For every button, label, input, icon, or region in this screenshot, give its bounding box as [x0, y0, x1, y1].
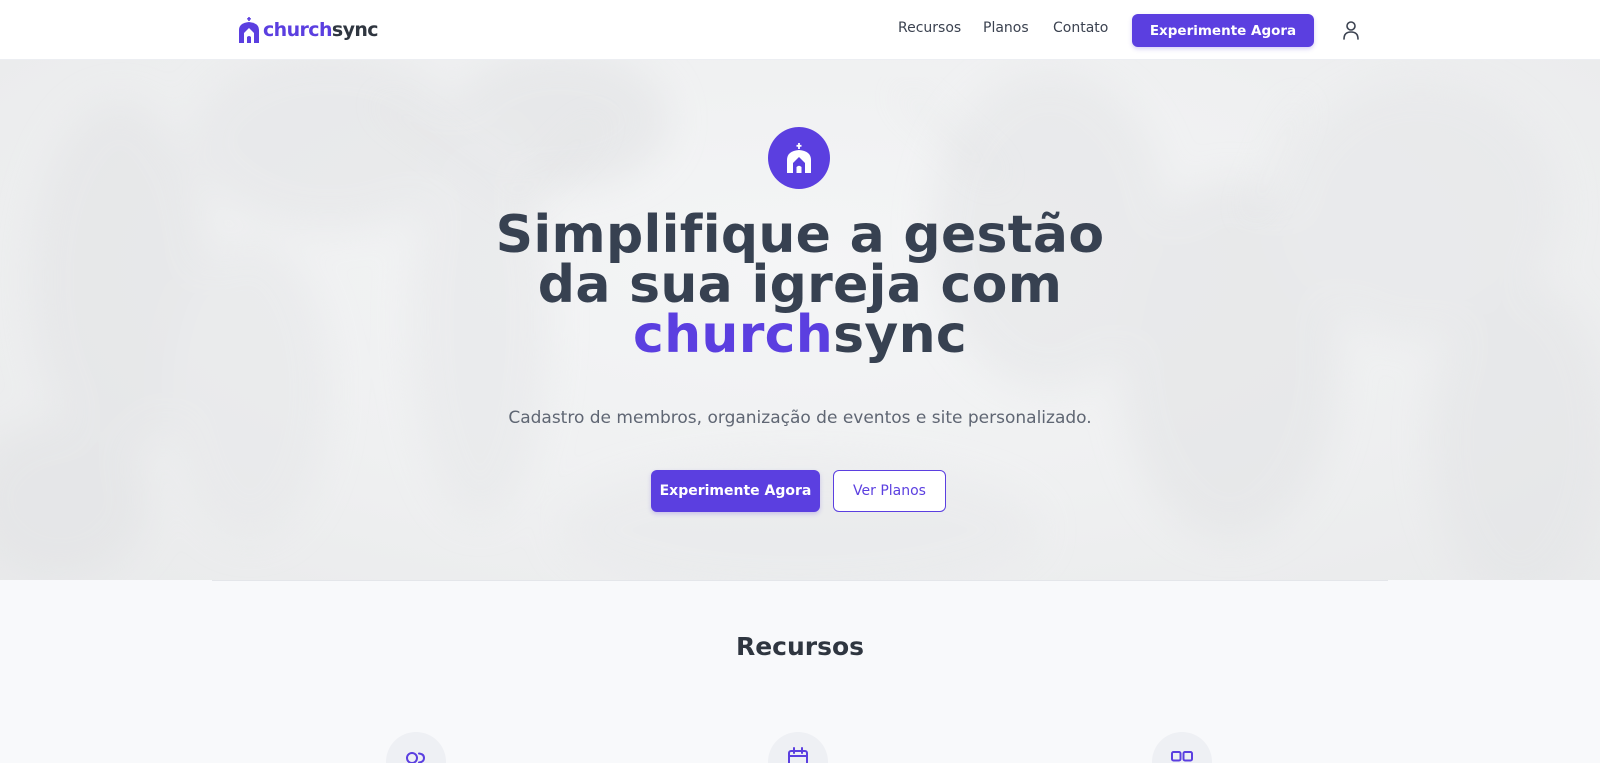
feature-icon-members	[386, 732, 446, 763]
hero-church-badge	[768, 127, 830, 189]
features-title: Recursos	[735, 632, 865, 661]
hero-title: Simplifique a gestão da sua igreja com c…	[495, 205, 1105, 365]
header-cta-button[interactable]: Experimente Agora	[1132, 14, 1314, 47]
hero-section: Simplifique a gestão da sua igreja com c…	[0, 60, 1600, 580]
view-plans-button[interactable]: Ver Planos	[833, 470, 946, 512]
church-icon	[239, 17, 259, 43]
members-icon	[406, 752, 426, 763]
calendar-icon	[788, 747, 808, 763]
site-header: churchsync Recursos Planos Contato Exper…	[0, 0, 1600, 60]
nav-link-contato[interactable]: Contato	[1053, 20, 1108, 36]
feature-icon-website	[1152, 732, 1212, 763]
website-icon	[1171, 751, 1193, 762]
hero-cta-button[interactable]: Experimente Agora	[651, 470, 820, 512]
church-icon	[787, 143, 811, 173]
feature-icon-events	[768, 732, 828, 763]
user-icon[interactable]	[1341, 19, 1361, 41]
section-divider	[212, 580, 1388, 581]
brand-name: churchsync	[263, 19, 379, 41]
nav-link-planos[interactable]: Planos	[983, 20, 1029, 36]
brand-logo[interactable]: churchsync	[237, 16, 379, 44]
hero-subtitle: Cadastro de membros, organização de even…	[508, 408, 1092, 428]
nav-link-recursos[interactable]: Recursos	[898, 20, 961, 36]
